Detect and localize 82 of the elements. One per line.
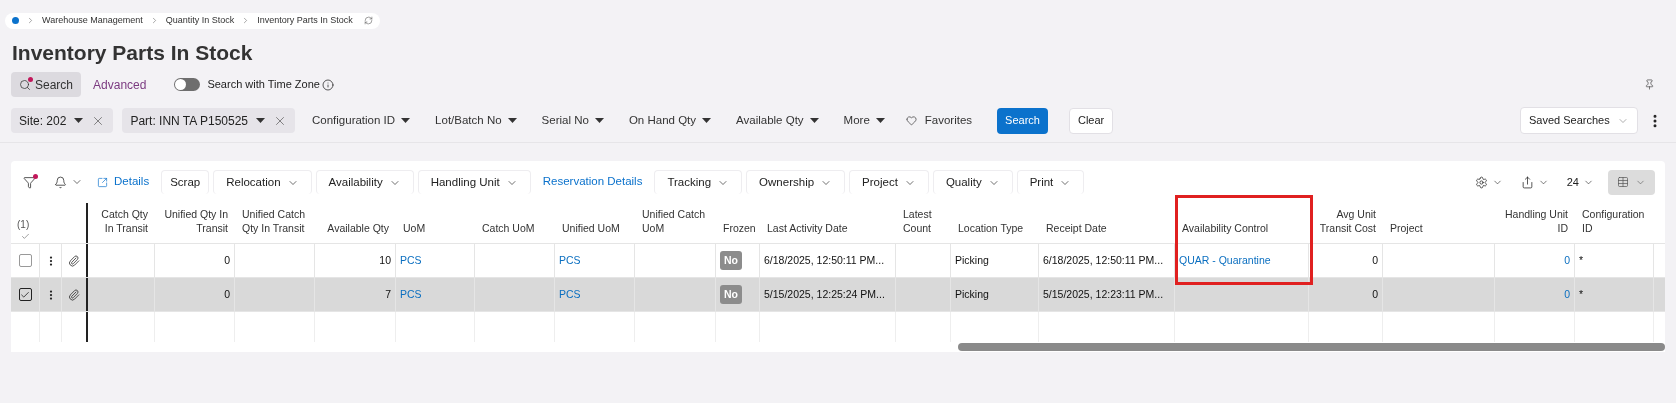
heart-icon <box>905 115 917 126</box>
caret-icon <box>256 118 265 123</box>
column-header[interactable]: Project <box>1383 203 1495 243</box>
column-header[interactable]: Last Activity Date <box>760 203 896 243</box>
filter-chip-label: Part: INN TA P150525 <box>130 112 248 130</box>
column-header[interactable]: Unified Catch UoM <box>635 203 716 243</box>
column-header[interactable]: Unified Catch Qty In Transit <box>235 203 315 243</box>
attachment-icon[interactable] <box>68 288 80 301</box>
table-view-button[interactable] <box>1608 169 1655 195</box>
column-header[interactable]: UoM <box>396 203 475 243</box>
column-header[interactable]: Latest Count <box>896 203 951 243</box>
table-link[interactable]: PCS <box>400 252 422 269</box>
checkmark-icon <box>20 289 30 300</box>
caret-icon <box>74 118 84 123</box>
toolbar-link[interactable]: Details <box>106 170 158 194</box>
status-badge: No <box>720 284 742 305</box>
filter-chip[interactable]: Site: 202 <box>11 108 114 133</box>
page-size-label[interactable]: 24 <box>1566 173 1579 191</box>
search-icon <box>19 78 31 91</box>
info-icon[interactable] <box>321 78 334 91</box>
caret-icon <box>875 118 885 123</box>
column-header[interactable]: Frozen <box>716 203 760 243</box>
breadcrumb-link[interactable]: Inventory Parts In Stock <box>257 13 353 28</box>
selection-count: (1) <box>17 218 30 232</box>
table-link[interactable]: 0 <box>1564 252 1570 269</box>
table-link[interactable]: PCS <box>559 252 581 269</box>
page-title: Inventory Parts In Stock <box>11 40 254 66</box>
filter-icon[interactable] <box>23 175 36 189</box>
filter-chip-label: Site: 202 <box>19 112 67 130</box>
horizontal-scrollbar[interactable] <box>958 343 1665 351</box>
table-link[interactable]: 0 <box>1564 286 1570 303</box>
table-link[interactable]: QUAR - Quarantine <box>1179 252 1271 269</box>
breadcrumb-link[interactable]: Warehouse Management <box>42 13 143 28</box>
attachment-icon[interactable] <box>68 254 80 267</box>
column-header[interactable]: Catch Qty In Transit <box>88 203 155 243</box>
search-mode-button[interactable]: Search <box>11 72 82 97</box>
caret-icon <box>507 118 517 123</box>
table-row[interactable]: 0 7 PCS PCS No 5/15/2025, 12:25:24 PM... Picking 5/15/2025, 12:23:11 PM... 0 0 * <box>11 278 1665 312</box>
favorites-button[interactable]: Favorites <box>901 108 977 133</box>
table-link[interactable]: PCS <box>559 286 581 303</box>
export-icon[interactable] <box>1520 175 1534 189</box>
refresh-icon[interactable] <box>363 16 373 25</box>
column-header[interactable]: Unified UoM <box>555 203 635 243</box>
caret-icon <box>809 118 819 123</box>
filter-dropdown[interactable]: Serial No <box>533 108 612 133</box>
filter-dropdown[interactable]: Available Qty <box>728 108 827 133</box>
filter-dropdown[interactable]: More <box>835 108 893 133</box>
bell-icon[interactable] <box>54 175 67 189</box>
column-header[interactable]: Unified Qty In Transit <box>155 203 235 243</box>
open-details-icon <box>97 176 108 188</box>
filter-dropdown[interactable]: Lot/Batch No <box>427 108 525 133</box>
pin-icon[interactable] <box>1644 79 1655 90</box>
table-row[interactable]: 0 10 PCS PCS No 6/18/2025, 12:50:11 PM... Picking 6/18/2025, 12:50:11 PM... QUAR - Quarantine 0 0 * <box>11 244 1665 278</box>
column-header[interactable]: Configuration ID <box>1575 203 1654 243</box>
column-header[interactable]: Avg Unit Transit Cost <box>1309 203 1383 243</box>
advanced-link[interactable]: Advanced <box>93 75 147 94</box>
row-checkbox[interactable] <box>18 288 32 301</box>
column-header[interactable]: Handling Unit ID <box>1495 203 1575 243</box>
column-header[interactable]: Receipt Date <box>1039 203 1175 243</box>
chevron-right-icon <box>26 16 35 25</box>
toggle-label: Search with Time Zone <box>207 77 320 93</box>
caret-icon <box>401 118 411 123</box>
row-checkbox[interactable] <box>18 254 32 267</box>
search-button[interactable]: Search <box>997 107 1048 134</box>
toolbar-link[interactable]: Reservation Details <box>534 170 651 194</box>
table-link[interactable]: PCS <box>400 286 422 303</box>
column-header[interactable]: Available Qty <box>315 203 396 243</box>
caret-icon <box>702 118 712 123</box>
table-icon <box>1617 176 1629 188</box>
toggle-switch[interactable] <box>174 78 201 91</box>
filter-chip[interactable]: Part: INN TA P150525 <box>122 108 295 133</box>
column-header[interactable]: Location Type <box>951 203 1039 243</box>
filter-dropdown[interactable]: Configuration ID <box>304 108 419 133</box>
saved-searches-dropdown[interactable]: Saved Searches <box>1520 107 1638 134</box>
column-header[interactable]: Availability Control <box>1175 203 1309 243</box>
status-badge: No <box>720 250 742 271</box>
caret-icon <box>594 118 604 123</box>
clear-button[interactable]: Clear <box>1068 107 1114 134</box>
breadcrumb-link[interactable]: Quantity In Stock <box>165 13 235 28</box>
column-header[interactable]: Catch UoM <box>475 203 555 243</box>
settings-icon[interactable] <box>1474 175 1488 189</box>
filter-dropdown[interactable]: On Hand Qty <box>620 108 720 133</box>
